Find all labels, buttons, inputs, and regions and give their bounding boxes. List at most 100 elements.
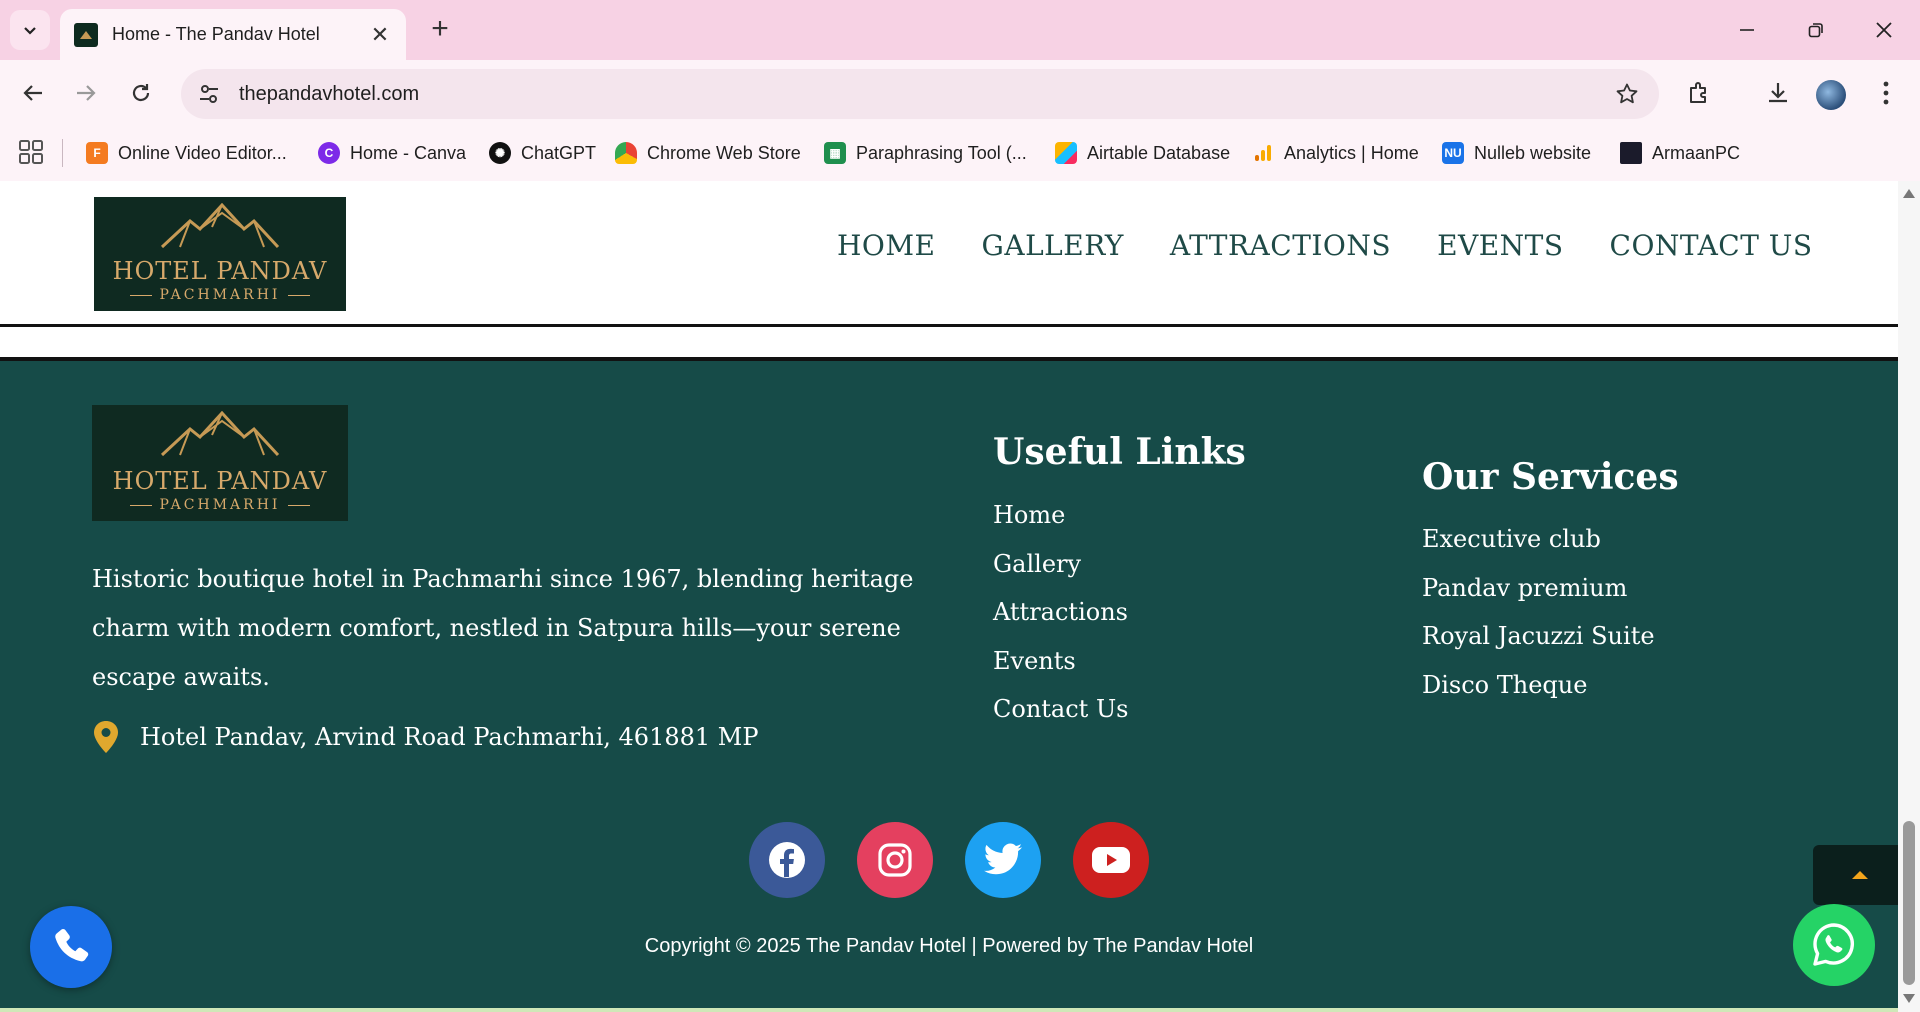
browser-tabstrip: Home - The Pandav Hotel ✕ + xyxy=(0,0,1920,60)
bookmark-label: Paraphrasing Tool (... xyxy=(856,142,1027,163)
bookmark-label: Analytics | Home xyxy=(1284,142,1419,163)
phone-icon xyxy=(55,928,89,962)
bookmark-label: Airtable Database xyxy=(1087,142,1231,163)
bookmarks-bar: F Online Video Editor... C Home - Canva … xyxy=(0,125,1920,181)
close-window-button[interactable] xyxy=(1864,10,1904,50)
armaanpc-icon xyxy=(1620,142,1642,164)
nav-contact-us[interactable]: CONTACT US xyxy=(1610,229,1813,262)
nav-attractions[interactable]: ATTRACTIONS xyxy=(1170,229,1391,262)
logo-name: HOTEL PANDAV xyxy=(112,467,328,495)
back-button[interactable] xyxy=(14,74,52,112)
logo-name: HOTEL PANDAV xyxy=(112,257,328,285)
bookmark-online-video-editor[interactable]: F Online Video Editor... xyxy=(86,137,287,169)
service-disco-theque[interactable]: Disco Theque xyxy=(1422,661,1655,710)
airtable-icon xyxy=(1055,142,1077,164)
bookmark-nulleb-website[interactable]: NU Nulleb website xyxy=(1442,137,1591,169)
download-icon[interactable] xyxy=(1758,73,1798,113)
scroll-down-arrow-icon[interactable] xyxy=(1903,994,1915,1003)
scroll-up-arrow-icon[interactable] xyxy=(1903,189,1915,198)
nav-events[interactable]: EVENTS xyxy=(1437,229,1563,262)
mountain-logo-icon xyxy=(160,411,280,457)
site-info-icon[interactable] xyxy=(191,76,227,112)
page-scrollbar[interactable] xyxy=(1898,181,1920,1012)
nav-gallery[interactable]: GALLERY xyxy=(981,229,1123,262)
caret-up-icon xyxy=(1852,871,1868,879)
call-button[interactable] xyxy=(30,906,112,988)
services-list: Executive club Pandav premium Royal Jacu… xyxy=(1422,515,1655,709)
address-bar[interactable]: thepandavhotel.com xyxy=(181,69,1659,119)
analytics-icon xyxy=(1252,142,1274,164)
bottom-border xyxy=(0,1008,1898,1012)
header-logo[interactable]: HOTEL PANDAV PACHMARHI xyxy=(94,197,346,311)
bookmark-analytics-home[interactable]: Analytics | Home xyxy=(1252,137,1419,169)
canva-icon: C xyxy=(318,142,340,164)
footer-link-home[interactable]: Home xyxy=(993,491,1128,540)
back-to-top-button[interactable] xyxy=(1813,845,1898,905)
arrow-right-icon xyxy=(77,85,96,101)
bookmark-star-icon[interactable] xyxy=(1607,74,1647,114)
twitter-icon xyxy=(984,843,1022,875)
footer-link-contact-us[interactable]: Contact Us xyxy=(993,685,1128,734)
bookmarks-separator xyxy=(62,139,63,167)
close-icon xyxy=(1876,22,1892,38)
reload-icon xyxy=(132,84,150,102)
profile-avatar[interactable] xyxy=(1816,80,1846,110)
url-text: thepandavhotel.com xyxy=(239,82,420,105)
service-executive-club[interactable]: Executive club xyxy=(1422,515,1655,564)
tab-close-icon[interactable]: ✕ xyxy=(368,22,392,48)
bookmark-label: Online Video Editor... xyxy=(118,142,287,163)
service-pandav-premium[interactable]: Pandav premium xyxy=(1422,564,1655,613)
restore-icon xyxy=(1808,23,1823,38)
minimize-button[interactable] xyxy=(1727,10,1767,50)
bookmark-armaanpc[interactable]: ArmaanPC xyxy=(1620,137,1740,169)
forward-button[interactable] xyxy=(67,74,105,112)
service-royal-jacuzzi-suite[interactable]: Royal Jacuzzi Suite xyxy=(1422,612,1655,661)
footer-link-attractions[interactable]: Attractions xyxy=(993,588,1128,637)
footer-link-events[interactable]: Events xyxy=(993,637,1128,686)
facebook-icon xyxy=(769,842,805,878)
chevron-down-icon xyxy=(24,27,36,35)
site-footer: HOTEL PANDAV PACHMARHI Historic boutique… xyxy=(0,357,1898,1012)
apps-grid-icon[interactable] xyxy=(18,139,44,165)
instagram-button[interactable] xyxy=(857,822,933,898)
whatsapp-button[interactable] xyxy=(1793,904,1875,986)
restore-button[interactable] xyxy=(1796,10,1836,50)
footer-link-gallery[interactable]: Gallery xyxy=(993,540,1128,589)
chatgpt-icon: ✺ xyxy=(489,142,511,164)
tab-search-button[interactable] xyxy=(10,10,50,50)
whatsapp-icon xyxy=(1813,923,1854,966)
instagram-icon xyxy=(878,843,912,877)
bookmark-label: ArmaanPC xyxy=(1652,142,1741,163)
extensions-icon[interactable] xyxy=(1679,73,1719,113)
bookmark-paraphrasing-tool[interactable]: ▦ Paraphrasing Tool (... xyxy=(824,137,1027,169)
bookmark-airtable-database[interactable]: Airtable Database xyxy=(1055,137,1230,169)
bookmark-chatgpt[interactable]: ✺ ChatGPT xyxy=(489,137,596,169)
page-viewport: HOTEL PANDAV PACHMARHI HOME GALLERY ATTR… xyxy=(0,181,1898,1012)
youtube-button[interactable] xyxy=(1073,822,1149,898)
tab-title: Home - The Pandav Hotel xyxy=(112,24,320,44)
address-text: Hotel Pandav, Arvind Road Pachmarhi, 461… xyxy=(140,723,759,751)
bookmark-chrome-web-store[interactable]: Chrome Web Store xyxy=(615,137,801,169)
facebook-button[interactable] xyxy=(749,822,825,898)
bookmark-label: Chrome Web Store xyxy=(647,142,801,163)
bookmark-label: Home - Canva xyxy=(350,142,467,163)
twitter-button[interactable] xyxy=(965,822,1041,898)
nav-home[interactable]: HOME xyxy=(837,229,935,262)
useful-links-list: Home Gallery Attractions Events Contact … xyxy=(993,491,1128,734)
map-pin-icon xyxy=(94,721,118,753)
paraphrasing-tool-icon: ▦ xyxy=(824,142,846,164)
arrow-left-icon xyxy=(23,85,42,101)
main-nav: HOME GALLERY ATTRACTIONS EVENTS CONTACT … xyxy=(837,229,1813,262)
nulleb-icon: NU xyxy=(1442,142,1464,164)
logo-subtitle: PACHMARHI xyxy=(122,287,319,303)
minimize-icon xyxy=(1740,29,1754,31)
footer-logo[interactable]: HOTEL PANDAV PACHMARHI xyxy=(92,405,348,521)
new-tab-button[interactable]: + xyxy=(422,12,458,48)
browser-tab[interactable]: Home - The Pandav Hotel ✕ xyxy=(60,9,406,60)
bookmark-home-canva[interactable]: C Home - Canva xyxy=(318,137,466,169)
reload-button[interactable] xyxy=(122,74,160,112)
site-header: HOTEL PANDAV PACHMARHI HOME GALLERY ATTR… xyxy=(0,181,1898,327)
menu-kebab-icon[interactable] xyxy=(1866,73,1906,113)
hotel-favicon-icon xyxy=(74,22,98,47)
scrollbar-thumb[interactable] xyxy=(1903,821,1915,985)
